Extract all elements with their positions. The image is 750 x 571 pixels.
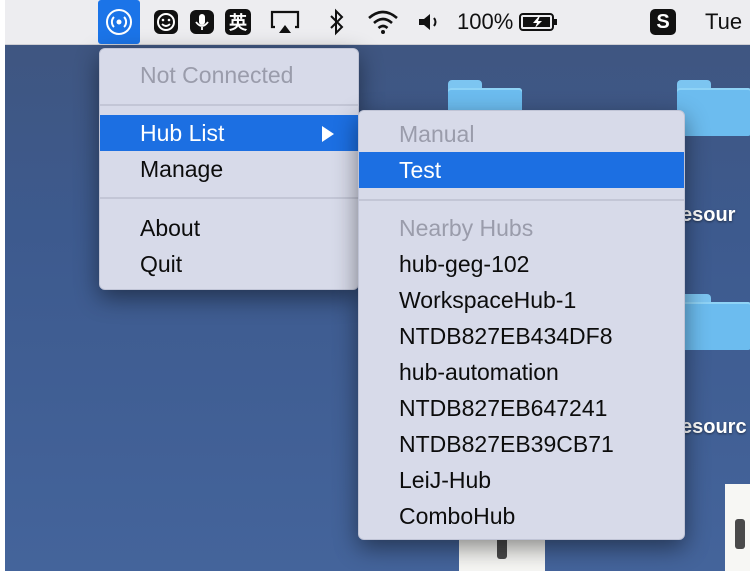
wifi-icon (368, 10, 398, 34)
microphone-icon (190, 10, 214, 34)
hub-status-menu-extra[interactable] (98, 0, 140, 44)
submenu-header-nearby-hubs: Nearby Hubs (399, 214, 534, 241)
input-method-menu-extra[interactable]: 英 (221, 0, 255, 44)
bluetooth-menu-extra[interactable] (317, 0, 357, 44)
hub-item[interactable]: LeiJ-Hub (359, 462, 684, 498)
submenu-header-manual: Manual (399, 120, 475, 147)
folder-icon[interactable] (677, 294, 750, 350)
hub-list-submenu: Manual Test Nearby Hubs hub-geg-102 Work… (358, 110, 685, 540)
folder-label[interactable]: esour (681, 204, 735, 227)
menu-item-not-connected: Not Connected (140, 61, 294, 88)
battery-charging-icon (519, 13, 558, 31)
smiley-menu-extra[interactable] (149, 0, 183, 44)
app-menu-extra[interactable]: S (645, 0, 681, 44)
dictation-menu-extra[interactable] (185, 0, 219, 44)
hub-item[interactable]: WorkspaceHub-1 (359, 282, 684, 318)
hub-item[interactable]: hub-automation (359, 354, 684, 390)
menu-item-about[interactable]: About (100, 210, 358, 246)
submenu-arrow-icon (322, 126, 334, 142)
hub-item[interactable]: NTDB827EB39CB71 (359, 426, 684, 462)
volume-menu-extra[interactable] (409, 0, 449, 44)
menu-item-hub-list[interactable]: Hub List (100, 115, 358, 151)
smiley-icon (154, 10, 178, 34)
hub-item[interactable]: hub-geg-102 (359, 246, 684, 282)
screen: esour esourc 英 100% S Tue Not Connected … (5, 0, 750, 571)
wifi-menu-extra[interactable] (359, 0, 407, 44)
folder-icon[interactable] (677, 80, 750, 136)
clock-menu-extra[interactable]: Tue (705, 0, 750, 44)
input-method-icon: 英 (225, 9, 251, 35)
menu-item-manage[interactable]: Manage (100, 151, 358, 187)
airplay-menu-extra[interactable] (263, 0, 307, 44)
bluetooth-icon (330, 8, 344, 36)
volume-icon (419, 14, 437, 30)
menu-separator (100, 104, 358, 106)
battery-percentage: 100% (457, 9, 514, 34)
clock-day: Tue (705, 9, 743, 34)
menu-separator (359, 199, 684, 201)
battery-menu-extra[interactable]: 100% (457, 0, 587, 44)
archive-file-icon[interactable] (725, 484, 750, 571)
menu-item-quit[interactable]: Quit (100, 246, 358, 282)
hub-item-test[interactable]: Test (359, 152, 684, 188)
zipper-icon (735, 519, 745, 549)
hub-status-menu: Not Connected Hub List Manage About Quit (99, 48, 359, 290)
menu-item-label: Hub List (140, 119, 225, 146)
menu-separator (100, 197, 358, 199)
hub-item[interactable]: NTDB827EB434DF8 (359, 318, 684, 354)
hub-item[interactable]: ComboHub (359, 498, 684, 534)
hub-item[interactable]: NTDB827EB647241 (359, 390, 684, 426)
app-s-icon: S (650, 9, 676, 35)
folder-label[interactable]: esourc (681, 416, 747, 439)
airplay-icon (270, 10, 300, 33)
menu-bar: 英 100% S Tue (5, 0, 750, 45)
hub-status-icon (106, 9, 132, 35)
